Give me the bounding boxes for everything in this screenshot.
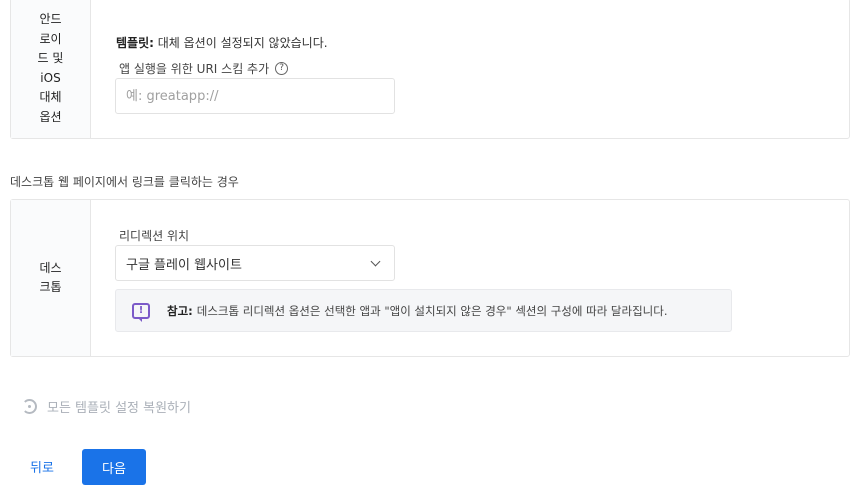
restore-label: 모든 템플릿 설정 복원하기 <box>47 401 191 416</box>
template-status: 템플릿: 대체 옵션이 설정되지 않았습니다. <box>116 34 328 51</box>
uri-scheme-input[interactable] <box>115 78 395 114</box>
back-button[interactable]: 뒤로 <box>20 449 64 483</box>
desktop-section-label: 데스 크톱 <box>11 200 91 356</box>
redirect-label-row: 리디렉션 위치 <box>119 227 189 244</box>
uri-scheme-label: 앱 실행을 위한 URI 스킴 추가 <box>119 62 270 76</box>
redirect-location-value: 구글 플레이 웹사이트 <box>126 257 242 273</box>
chevron-down-icon <box>370 256 381 266</box>
restore-template-settings[interactable]: 모든 템플릿 설정 복원하기 <box>22 397 191 416</box>
template-title: 템플릿: <box>116 36 154 50</box>
message-alert-icon: ! <box>132 302 150 322</box>
desktop-section-heading: 데스크톱 웹 페이지에서 링크를 클릭하는 경우 <box>10 175 239 189</box>
android-ios-section-label: 안드 로이 드 및 iOS 대체 옵션 <box>11 0 91 138</box>
desktop-card-body: 리디렉션 위치 구글 플레이 웹사이트 ! 참고: 데스크톱 리디렉션 옵션은 선… <box>91 200 849 356</box>
template-text: 대체 옵션이 설정되지 않았습니다. <box>157 36 328 50</box>
desktop-card: 데스 크톱 리디렉션 위치 구글 플레이 웹사이트 ! 참고: 데스크톱 리디렉션… <box>10 199 850 357</box>
note-text: 데스크톱 리디렉션 옵션은 선택한 앱과 "앱이 설치되지 않은 경우" 섹션의… <box>196 303 668 318</box>
uri-scheme-label-row: 앱 실행을 위한 URI 스킴 추가 ? <box>119 60 289 77</box>
redirect-location-label: 리디렉션 위치 <box>119 229 190 243</box>
desktop-note: ! 참고: 데스크톱 리디렉션 옵션은 선택한 앱과 "앱이 설치되지 않은 경우… <box>115 289 732 332</box>
note-title: 참고: <box>167 303 193 318</box>
android-ios-card-body: 템플릿: 대체 옵션이 설정되지 않았습니다. 앱 실행을 위한 URI 스킴 … <box>91 0 849 138</box>
restore-icon <box>22 399 37 414</box>
android-ios-fallback-card: 안드 로이 드 및 iOS 대체 옵션 템플릿: 대체 옵션이 설정되지 않았습… <box>10 0 850 139</box>
note-content: 참고: 데스크톱 리디렉션 옵션은 선택한 앱과 "앱이 설치되지 않은 경우" … <box>167 303 667 319</box>
next-button[interactable]: 다음 <box>82 449 146 485</box>
help-icon[interactable]: ? <box>275 62 289 75</box>
redirect-location-select[interactable]: 구글 플레이 웹사이트 <box>115 245 395 281</box>
